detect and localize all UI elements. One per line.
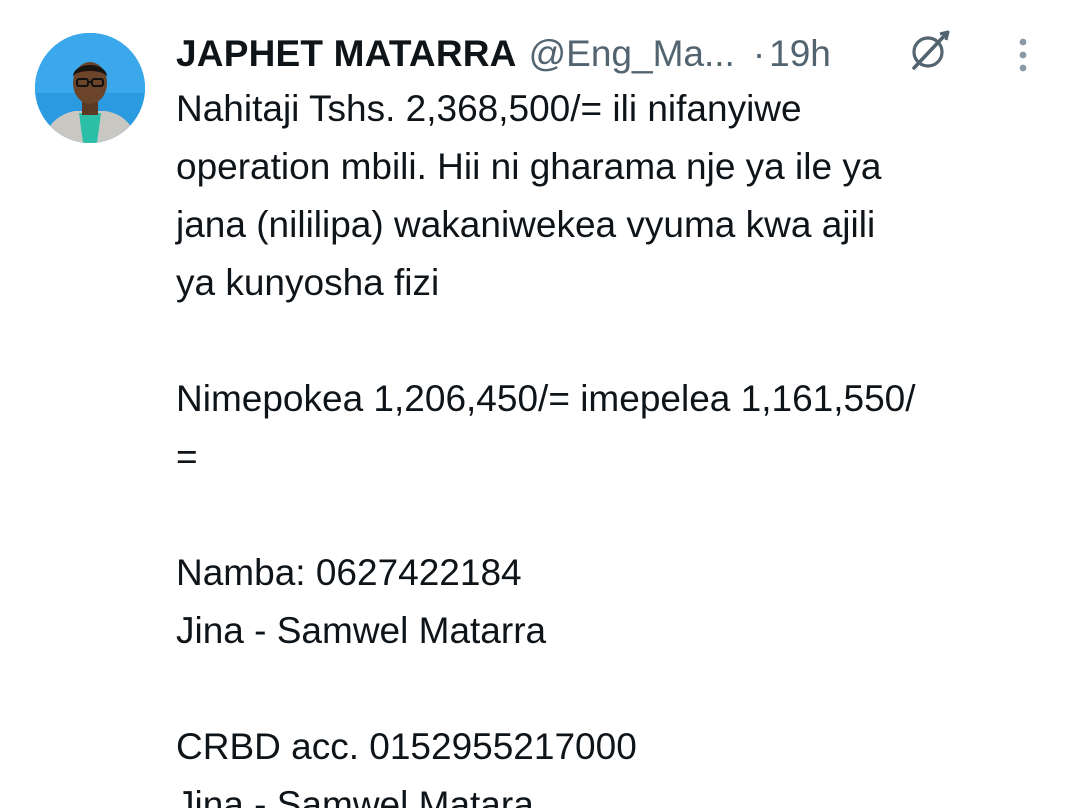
text-line: jana (nililipa) wakaniwekea vyuma kwa aj…: [176, 204, 876, 245]
avatar[interactable]: [35, 33, 145, 143]
tweet[interactable]: JAPHET MATARRA @Eng_Ma... · 19h Nahitaji…: [0, 0, 1080, 808]
tweet-paragraph: Nahitaji Tshs. 2,368,500/= ili nifanyiwe…: [176, 80, 1056, 312]
text-line: operation mbili. Hii ni gharama nje ya i…: [176, 146, 882, 187]
tweet-paragraph: Nimepokea 1,206,450/= imepelea 1,161,550…: [176, 370, 1056, 486]
tweet-paragraph: Namba: 0627422184 Jina - Samwel Matarra: [176, 544, 1056, 660]
text-line: Namba: 0627422184: [176, 552, 522, 593]
user-handle[interactable]: @Eng_Ma...: [529, 26, 735, 82]
tweet-paragraph: CRBD acc. 0152955217000 Jina - Samwel Ma…: [176, 718, 1056, 808]
grok-icon[interactable]: [906, 28, 952, 74]
profile-photo-icon: [35, 33, 145, 143]
display-name[interactable]: JAPHET MATARRA: [176, 26, 517, 82]
text-line: ya kunyosha fizi: [176, 262, 440, 303]
more-vertical-icon[interactable]: [1008, 36, 1038, 76]
text-line: Nimepokea 1,206,450/= imepelea 1,161,550…: [176, 378, 916, 419]
text-line: Nahitaji Tshs. 2,368,500/= ili nifanyiwe: [176, 88, 802, 129]
text-line: CRBD acc. 0152955217000: [176, 726, 637, 767]
tweet-header: JAPHET MATARRA @Eng_Ma... · 19h: [176, 26, 831, 82]
text-line: Jina - Samwel Matarra: [176, 610, 547, 651]
timestamp[interactable]: 19h: [769, 26, 831, 82]
tweet-text: Nahitaji Tshs. 2,368,500/= ili nifanyiwe…: [176, 80, 1056, 808]
separator-dot: ·: [752, 33, 766, 74]
text-line: =: [176, 436, 198, 477]
text-line: Jina - Samwel Matara: [176, 784, 534, 808]
